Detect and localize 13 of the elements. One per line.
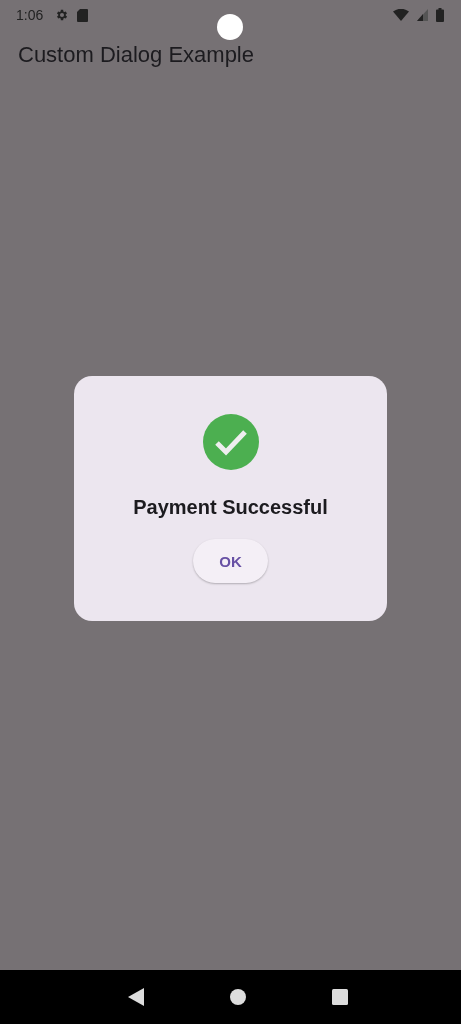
dialog-title: Payment Successful: [133, 496, 328, 519]
home-icon[interactable]: [230, 989, 246, 1005]
sd-card-icon: [77, 8, 89, 22]
cell-signal-icon: [417, 9, 428, 21]
back-icon[interactable]: [128, 988, 144, 1006]
wifi-icon: [393, 9, 409, 21]
app-bar-title: Custom Dialog Example: [18, 42, 254, 68]
gear-icon: [55, 8, 70, 22]
camera-cutout: [217, 14, 243, 40]
check-circle-icon: [202, 414, 259, 470]
status-time: 1:06: [16, 7, 44, 23]
battery-icon: [436, 8, 444, 22]
ok-button[interactable]: OK: [193, 539, 268, 583]
